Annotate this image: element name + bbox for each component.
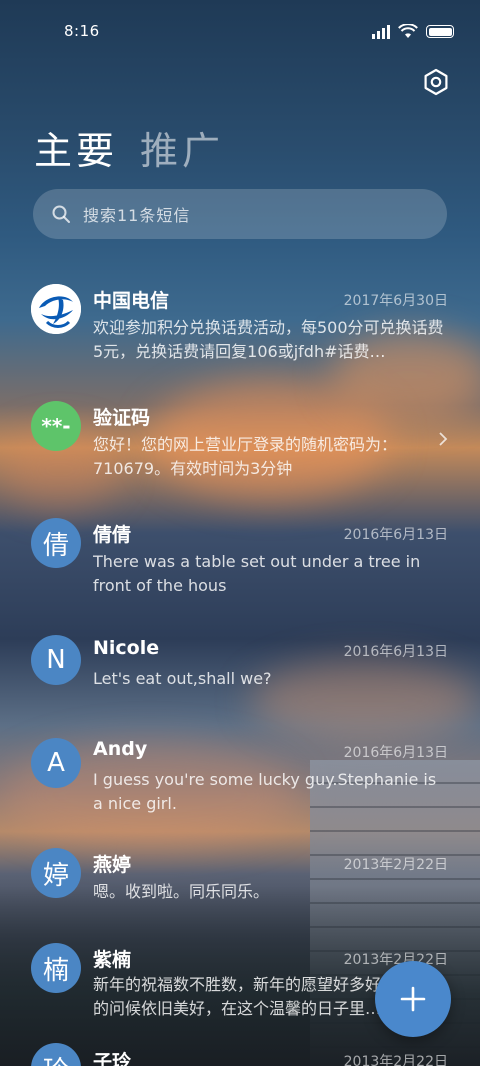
chevron-right-icon[interactable] — [438, 431, 448, 447]
avatar-text: 婷 — [42, 860, 69, 891]
avatar-text: 玲 — [43, 1050, 69, 1066]
avatar: A — [31, 738, 81, 788]
contact-name: Andy — [93, 738, 148, 760]
cellular-signal-icon — [372, 24, 390, 39]
avatar-text: N — [46, 645, 66, 675]
conversation-item[interactable]: **- 验证码 您好！您的网上营业厅登录的随机密码为：710679。有效时间为3… — [0, 387, 480, 504]
message-preview: 您好！您的网上营业厅登录的随机密码为：710679。有效时间为3分钟 — [93, 435, 398, 478]
message-preview: I guess you're some lucky guy.Stephanie … — [93, 770, 437, 813]
tab-primary[interactable]: 主要 — [34, 120, 118, 175]
status-time: 8:16 — [64, 22, 100, 40]
avatar — [31, 284, 81, 334]
plus-icon — [400, 986, 426, 1012]
message-preview: Let's eat out,shall we? — [93, 669, 272, 688]
message-date: 2016年6月13日 — [343, 527, 448, 543]
contact-name: 验证码 — [93, 407, 151, 429]
tab-promotions[interactable]: 推广 — [140, 120, 224, 175]
avatar-text: A — [47, 748, 65, 778]
conversation-item[interactable]: N Nicole 2016年6月13日 Let's eat out,shall … — [0, 621, 480, 738]
avatar-text: 楠 — [42, 955, 69, 986]
battery-icon — [426, 25, 454, 38]
avatar: **- — [31, 401, 81, 451]
message-date: 2013年2月22日 — [343, 857, 448, 873]
avatar: 倩 — [31, 518, 81, 568]
message-date: 2016年6月13日 — [343, 644, 448, 660]
settings-gear-icon[interactable] — [422, 68, 450, 96]
avatar: 楠 — [31, 943, 81, 993]
conversation-item[interactable]: 倩 倩倩 2016年6月13日 There was a table set ou… — [0, 504, 480, 621]
wifi-icon — [398, 24, 418, 38]
avatar-text: 倩 — [42, 530, 69, 561]
avatar-text: **- — [41, 414, 71, 438]
china-telecom-logo-icon — [31, 284, 81, 334]
contact-name: 紫楠 — [93, 949, 132, 971]
status-bar: 8:16 — [0, 0, 480, 62]
new-message-button[interactable] — [375, 961, 451, 1037]
avatar: 玲 — [31, 1043, 81, 1066]
message-date: 2016年6月13日 — [343, 745, 448, 761]
message-preview: There was a table set out under a tree i… — [93, 552, 421, 595]
search-bar[interactable]: 搜索11条短信 — [33, 189, 447, 239]
contact-name: Nicole — [93, 637, 160, 659]
conversation-list: 中国电信 2017年6月30日 欢迎参加积分兑换话费活动，每500分可兑换话费5… — [0, 270, 480, 1066]
message-date: 2017年6月30日 — [343, 293, 448, 309]
conversation-item[interactable]: A Andy 2016年6月13日 I guess you're some lu… — [0, 738, 480, 848]
conversation-item[interactable]: 中国电信 2017年6月30日 欢迎参加积分兑换话费活动，每500分可兑换话费5… — [0, 270, 480, 387]
avatar: N — [31, 635, 81, 685]
contact-name: 子玲 — [93, 1051, 132, 1066]
conversation-item[interactable]: 婷 燕婷 2013年2月22日 嗯。收到啦。同乐同乐。 — [0, 848, 480, 943]
contact-name: 燕婷 — [93, 854, 132, 876]
conversation-item[interactable]: 玲 子玲 2013年2月22日 — [0, 1043, 480, 1066]
contact-name: 中国电信 — [93, 290, 170, 312]
status-icons — [372, 24, 454, 39]
message-preview: 嗯。收到啦。同乐同乐。 — [93, 882, 270, 901]
search-placeholder: 搜索11条短信 — [83, 206, 191, 225]
message-date: 2013年2月22日 — [343, 1054, 448, 1066]
search-icon — [52, 205, 70, 223]
tab-bar: 主要 推广 — [34, 120, 224, 175]
avatar: 婷 — [31, 848, 81, 898]
contact-name: 倩倩 — [93, 524, 132, 546]
message-preview: 欢迎参加积分兑换话费活动，每500分可兑换话费5元，兑换话费请回复106或jfd… — [93, 318, 444, 361]
